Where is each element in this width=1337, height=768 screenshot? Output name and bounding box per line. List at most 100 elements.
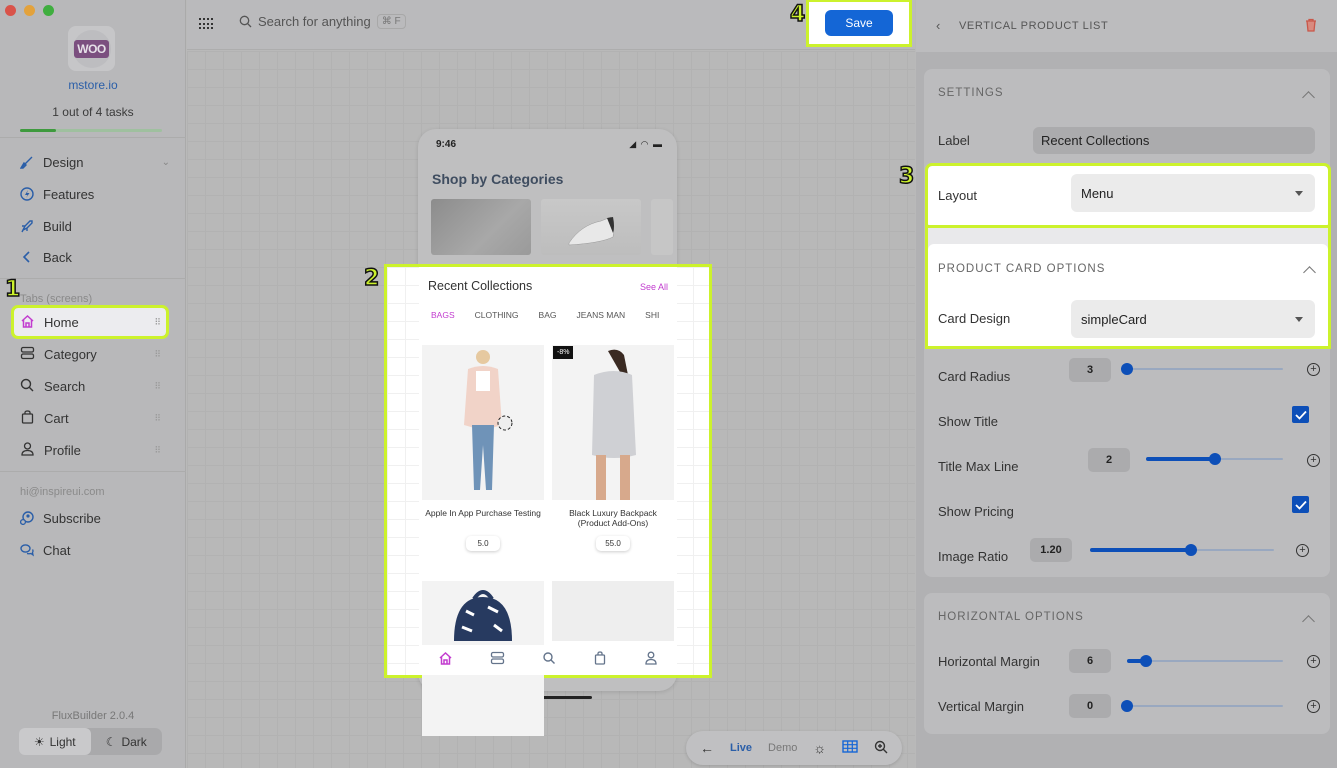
search-icon — [20, 378, 35, 395]
callout-4: 4 — [789, 2, 806, 27]
shop-by-categories-title: Shop by Categories — [432, 171, 564, 187]
product-price: 55.0 — [596, 536, 630, 551]
search-bar[interactable]: Search for anything ⌘ F — [239, 14, 406, 29]
tasks-status[interactable]: 1 out of 4 tasks — [0, 105, 186, 119]
category-tab[interactable]: SHI — [645, 310, 659, 320]
label-input[interactable]: Recent Collections — [1033, 127, 1315, 154]
image-ratio-slider[interactable] — [1090, 544, 1274, 556]
zoom-in-icon[interactable] — [874, 740, 888, 757]
title-max-line-value[interactable]: 2 — [1088, 448, 1130, 472]
nav-build[interactable]: Build — [20, 215, 170, 237]
category-image-partial[interactable] — [651, 199, 673, 255]
card-radius-add-icon[interactable]: + — [1307, 363, 1320, 376]
tab-cart[interactable]: Cart ⠿ — [14, 404, 166, 432]
nav-features[interactable]: Features — [20, 183, 170, 205]
search-icon[interactable] — [542, 651, 556, 670]
drag-handle-icon[interactable]: ⠿ — [154, 445, 161, 456]
title-max-line-add-icon[interactable]: + — [1307, 454, 1320, 467]
drag-handle-icon[interactable]: ⠿ — [154, 349, 161, 360]
horizontal-margin-add-icon[interactable]: + — [1307, 655, 1320, 668]
tasks-progress-bar — [20, 129, 162, 132]
vertical-margin-value[interactable]: 0 — [1069, 694, 1111, 718]
nav-build-label: Build — [43, 218, 72, 234]
show-pricing-label: Show Pricing — [938, 504, 1014, 519]
card-radius-slider[interactable] — [1121, 363, 1283, 375]
layout-select[interactable]: Menu — [1071, 174, 1315, 212]
horizontal-margin-slider[interactable] — [1127, 655, 1283, 667]
image-ratio-add-icon[interactable]: + — [1296, 544, 1309, 557]
see-all-link[interactable]: See All — [640, 282, 668, 292]
trash-icon[interactable] — [1305, 18, 1317, 37]
product-name: Apple In App Purchase Testing — [425, 508, 541, 518]
recent-collections-section[interactable]: Recent Collections See All BAGS CLOTHING… — [419, 267, 677, 736]
tab-home[interactable]: Home ⠿ — [11, 305, 169, 339]
category-tab[interactable]: BAG — [539, 310, 557, 320]
nav-design[interactable]: Design ⌄ — [20, 151, 170, 173]
apps-grid-icon[interactable] — [199, 18, 213, 30]
minimize-window-button[interactable] — [24, 5, 35, 16]
store-name-link[interactable]: mstore.io — [0, 78, 186, 92]
drag-handle-icon[interactable]: ⠿ — [154, 381, 161, 392]
card-options-highlight: PRODUCT CARD OPTIONS Card Design simpleC… — [925, 225, 1331, 349]
horizontal-margin-value[interactable]: 6 — [1069, 649, 1111, 673]
panel-header: ‹ VERTICAL PRODUCT LIST — [916, 0, 1337, 52]
caret-down-icon — [1295, 191, 1303, 196]
divider — [0, 137, 186, 138]
brightness-icon[interactable]: ☼ — [813, 740, 826, 756]
product-card[interactable]: Apple In App Purchase Testing 5.0 — [422, 345, 544, 551]
bag-icon — [20, 409, 35, 427]
store-logo[interactable]: WOO — [68, 26, 115, 71]
drag-handle-icon[interactable]: ⠿ — [154, 317, 161, 328]
demo-mode-button[interactable]: Demo — [768, 742, 797, 754]
category-icon[interactable] — [490, 651, 505, 670]
nav-chat[interactable]: Chat — [20, 539, 170, 561]
subscribe-icon — [20, 511, 34, 525]
product-card[interactable] — [552, 581, 674, 641]
category-icon — [20, 346, 35, 363]
dark-theme-button[interactable]: ☾ Dark — [91, 728, 163, 755]
user-icon[interactable] — [644, 651, 658, 670]
recent-collections-highlight: Recent Collections See All BAGS CLOTHING… — [384, 264, 712, 736]
label-field-label: Label — [938, 133, 970, 148]
card-design-select[interactable]: simpleCard — [1071, 300, 1315, 338]
category-tab[interactable]: CLOTHING — [475, 310, 519, 320]
category-image-shirt[interactable] — [431, 199, 531, 255]
tab-category[interactable]: Category ⠿ — [14, 340, 166, 368]
drag-handle-icon[interactable]: ⠿ — [154, 413, 161, 424]
vertical-margin-add-icon[interactable]: + — [1307, 700, 1320, 713]
maximize-window-button[interactable] — [43, 5, 54, 16]
tab-search[interactable]: Search ⠿ — [14, 372, 166, 400]
vertical-margin-slider[interactable] — [1121, 700, 1283, 712]
image-ratio-value[interactable]: 1.20 — [1030, 538, 1072, 562]
product-price: 5.0 — [466, 536, 500, 551]
close-window-button[interactable] — [5, 5, 16, 16]
show-pricing-checkbox[interactable] — [1292, 496, 1309, 513]
nav-back[interactable]: Back — [20, 246, 170, 268]
category-image-shoe[interactable] — [541, 199, 641, 255]
vertical-margin-label: Vertical Margin — [938, 699, 1024, 714]
bag-icon[interactable] — [593, 650, 607, 670]
light-theme-button[interactable]: ☀ Light — [19, 728, 91, 755]
live-mode-button[interactable]: Live — [730, 742, 752, 754]
product-card[interactable]: -8% Black Luxury Backpack (Product Add-O… — [552, 345, 674, 551]
nav-chat-label: Chat — [43, 542, 71, 558]
grid-view-icon[interactable] — [842, 740, 858, 756]
category-tab[interactable]: BAGS — [431, 310, 455, 320]
collapse-settings-icon[interactable] — [1302, 91, 1315, 104]
discount-badge: -8% — [553, 346, 574, 359]
tab-profile[interactable]: Profile ⠿ — [14, 436, 166, 464]
tab-search-label: Search — [44, 378, 86, 394]
card-radius-label: Card Radius — [938, 369, 1011, 384]
paintbrush-icon — [20, 155, 34, 169]
nav-subscribe[interactable]: Subscribe — [20, 507, 170, 529]
chevron-left-icon[interactable]: ‹ — [936, 18, 940, 33]
save-button[interactable]: Save — [825, 10, 893, 36]
title-max-line-slider[interactable] — [1146, 453, 1283, 465]
card-radius-value[interactable]: 3 — [1069, 358, 1111, 382]
show-title-checkbox[interactable] — [1292, 406, 1309, 423]
collapse-horizontal-icon[interactable] — [1302, 615, 1315, 628]
back-arrow-icon[interactable]: ← — [700, 740, 714, 756]
phone-bottom-nav — [419, 645, 677, 675]
home-icon[interactable] — [438, 651, 453, 670]
category-tab[interactable]: JEANS MAN — [577, 310, 626, 320]
